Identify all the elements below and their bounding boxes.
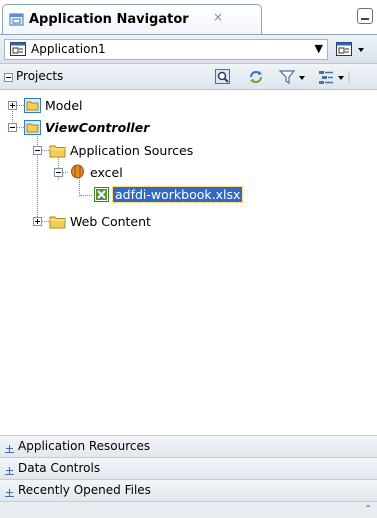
tree-label: adfdi-workbook.xlsx (111, 186, 244, 203)
filter-icon[interactable] (278, 68, 308, 86)
close-icon[interactable]: × (213, 10, 223, 24)
chevron-down-icon: ▼ (314, 42, 323, 55)
folder-icon (49, 143, 66, 158)
tree-label: Web Content (70, 214, 151, 229)
folder-icon (49, 214, 66, 229)
tree-node-viewcontroller[interactable]: ViewController (0, 117, 220, 139)
application-selector-row: Application1 ▼ (0, 34, 377, 64)
collapse-icon[interactable] (4, 71, 13, 82)
collapse-icon[interactable] (54, 168, 63, 177)
projects-header: Projects (0, 64, 377, 90)
tree-node-application-sources[interactable]: Application Sources (0, 140, 240, 162)
view-options-icon[interactable] (317, 68, 351, 86)
bottom-strip: ⌃ (0, 501, 377, 518)
tree-label: Model (45, 98, 83, 113)
scroll-up-icon[interactable]: ⌃ (364, 504, 372, 515)
package-icon (69, 164, 86, 179)
tree-node-web-content[interactable]: Web Content (0, 211, 220, 233)
project-tree: Model ViewController Application Sources… (0, 90, 377, 435)
tree-label: Application Sources (70, 143, 194, 158)
application-dropdown[interactable]: Application1 ▼ (4, 39, 328, 60)
tree-node-workbook[interactable]: adfdi-workbook.xlsx (0, 185, 260, 207)
selected-application: Application1 (31, 42, 106, 56)
panel-data-controls[interactable]: Data Controls (0, 457, 377, 479)
minimize-button[interactable] (357, 8, 373, 24)
tab-strip: Application Navigator × (0, 0, 377, 34)
tree-label: ViewController (45, 120, 150, 135)
tree-node-excel[interactable]: excel (0, 162, 200, 184)
navigator-icon (9, 11, 25, 27)
expand-icon[interactable] (33, 217, 42, 226)
excel-file-icon (93, 187, 110, 202)
collapse-icon[interactable] (33, 146, 42, 155)
panel-label: Data Controls (18, 461, 101, 475)
refresh-icon[interactable] (247, 68, 265, 86)
tab-application-navigator[interactable]: Application Navigator × (2, 4, 262, 34)
project-icon (24, 98, 41, 113)
tree-label: excel (90, 165, 123, 180)
application-icon (10, 42, 26, 59)
expand-icon[interactable] (5, 442, 14, 453)
project-icon (24, 120, 41, 135)
application-navigator-panel: Application Navigator × Application1 ▼ P… (0, 0, 377, 518)
expand-icon[interactable] (8, 101, 17, 110)
panel-application-resources[interactable]: Application Resources (0, 435, 377, 457)
collapse-icon[interactable] (8, 123, 17, 132)
application-menu-button[interactable] (334, 39, 374, 60)
panel-label: Recently Opened Files (18, 483, 151, 497)
projects-label: Projects (16, 69, 64, 83)
panel-recently-opened-files[interactable]: Recently Opened Files (0, 479, 377, 501)
expand-icon[interactable] (5, 486, 14, 497)
expand-icon[interactable] (5, 464, 14, 475)
tree-node-model[interactable]: Model (0, 95, 200, 117)
panel-label: Application Resources (18, 439, 151, 453)
tab-title: Application Navigator (29, 12, 189, 27)
search-icon[interactable] (214, 68, 232, 86)
